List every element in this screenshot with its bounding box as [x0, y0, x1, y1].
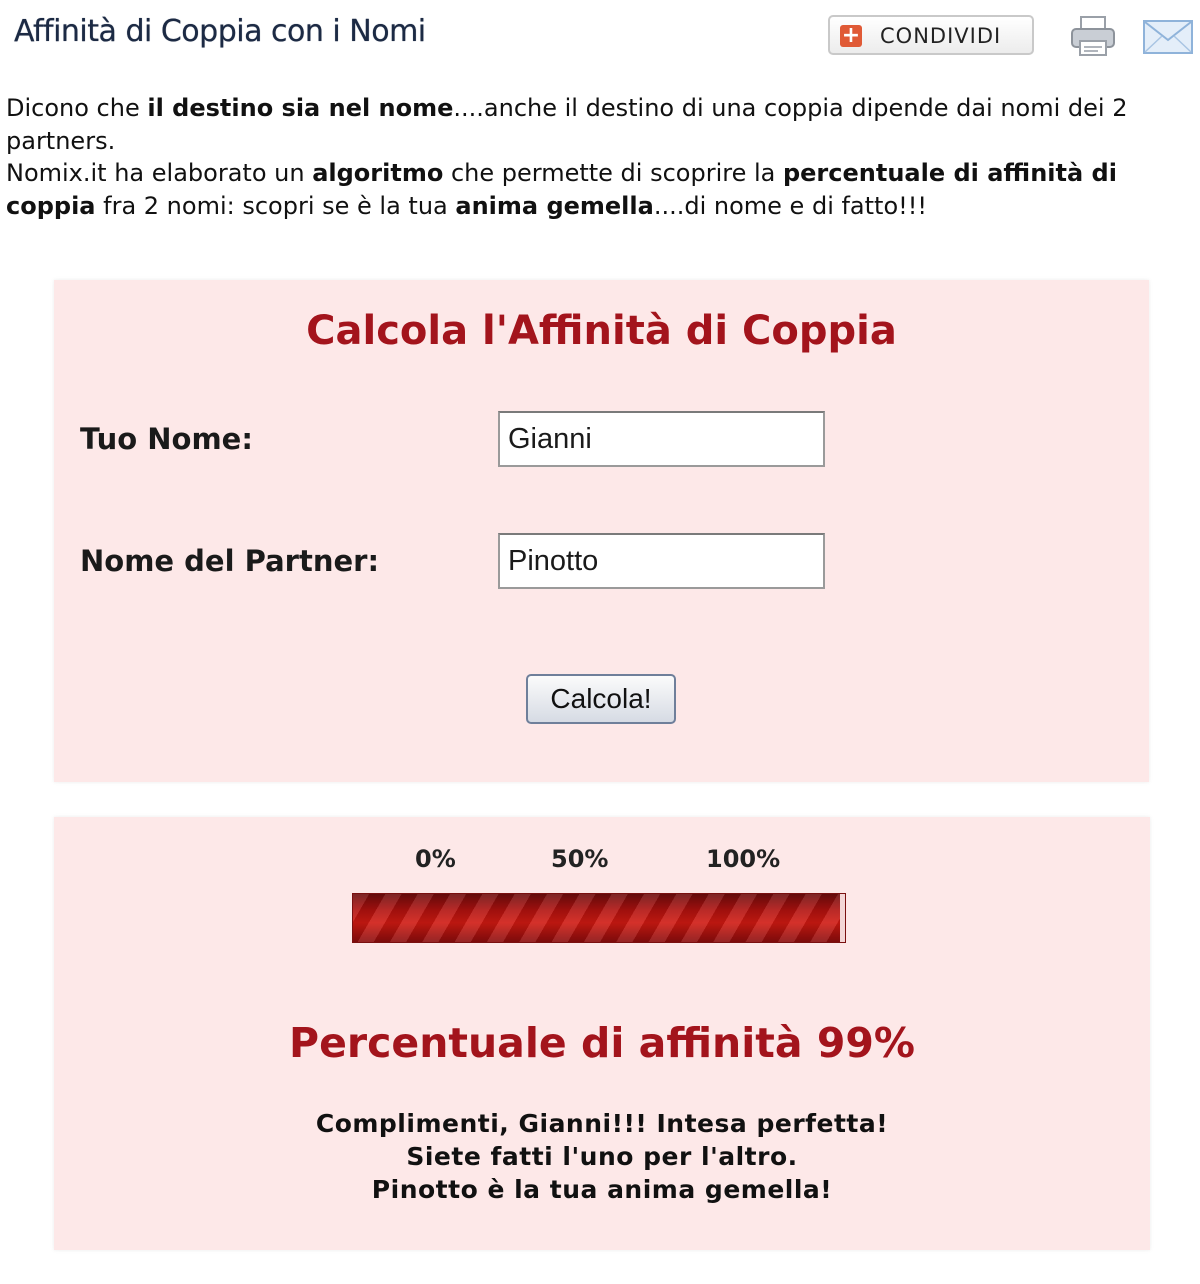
- affinity-progress-fill: [353, 894, 841, 942]
- result-message-line: Complimenti, Gianni!!! Intesa perfetta!: [315, 1109, 889, 1138]
- envelope-icon[interactable]: [1142, 18, 1194, 56]
- affinity-progress-bar: [352, 893, 846, 943]
- intro-bold-segment: anima gemella: [455, 191, 654, 220]
- share-button[interactable]: + CONDIVIDI: [828, 15, 1034, 55]
- your-name-label: Tuo Nome:: [80, 422, 253, 456]
- intro-text-segment: fra 2 nomi: scopri se è la tua: [95, 191, 456, 220]
- result-panel: 0% 50% 100% Percentuale di affinità 99% …: [54, 817, 1150, 1250]
- page-header: Affinità di Coppia con i Nomi + CONDIVID…: [0, 0, 1200, 72]
- affinity-result-title: Percentuale di affinità 99%: [289, 1019, 915, 1067]
- scale-label-0: 0%: [415, 845, 456, 873]
- intro-text-segment: Nomix.it ha elaborato un: [6, 159, 313, 187]
- intro-bold-segment: algoritmo: [312, 159, 444, 187]
- calculator-form-panel: Calcola l'Affinità di Coppia Tuo Nome: N…: [54, 280, 1149, 782]
- result-message-line: Siete fatti l'uno per l'altro.: [406, 1142, 798, 1171]
- intro-bold-segment: il destino sia nel nome: [147, 94, 454, 122]
- intro-text-segment: ....di nome e di fatto!!!: [653, 191, 928, 220]
- intro-text-segment: che permette di scoprire la: [443, 159, 783, 187]
- your-name-input[interactable]: [498, 411, 825, 467]
- share-label: CONDIVIDI: [880, 24, 1002, 48]
- intro-text-segment: Dicono che: [6, 94, 148, 122]
- form-title: Calcola l'Affinità di Coppia: [306, 308, 897, 354]
- partner-name-label: Nome del Partner:: [80, 544, 380, 578]
- result-message-line: Pinotto è la tua anima gemella!: [371, 1175, 833, 1204]
- plus-icon: +: [840, 23, 862, 48]
- calculate-button[interactable]: Calcola!: [526, 674, 676, 724]
- partner-name-input[interactable]: [498, 533, 825, 589]
- scale-label-100: 100%: [706, 845, 781, 873]
- printer-icon[interactable]: [1068, 14, 1118, 58]
- intro-text: Dicono che il destino sia nel nome....an…: [6, 92, 1192, 222]
- page-title: Affinità di Coppia con i Nomi: [14, 14, 426, 49]
- scale-label-50: 50%: [551, 845, 609, 873]
